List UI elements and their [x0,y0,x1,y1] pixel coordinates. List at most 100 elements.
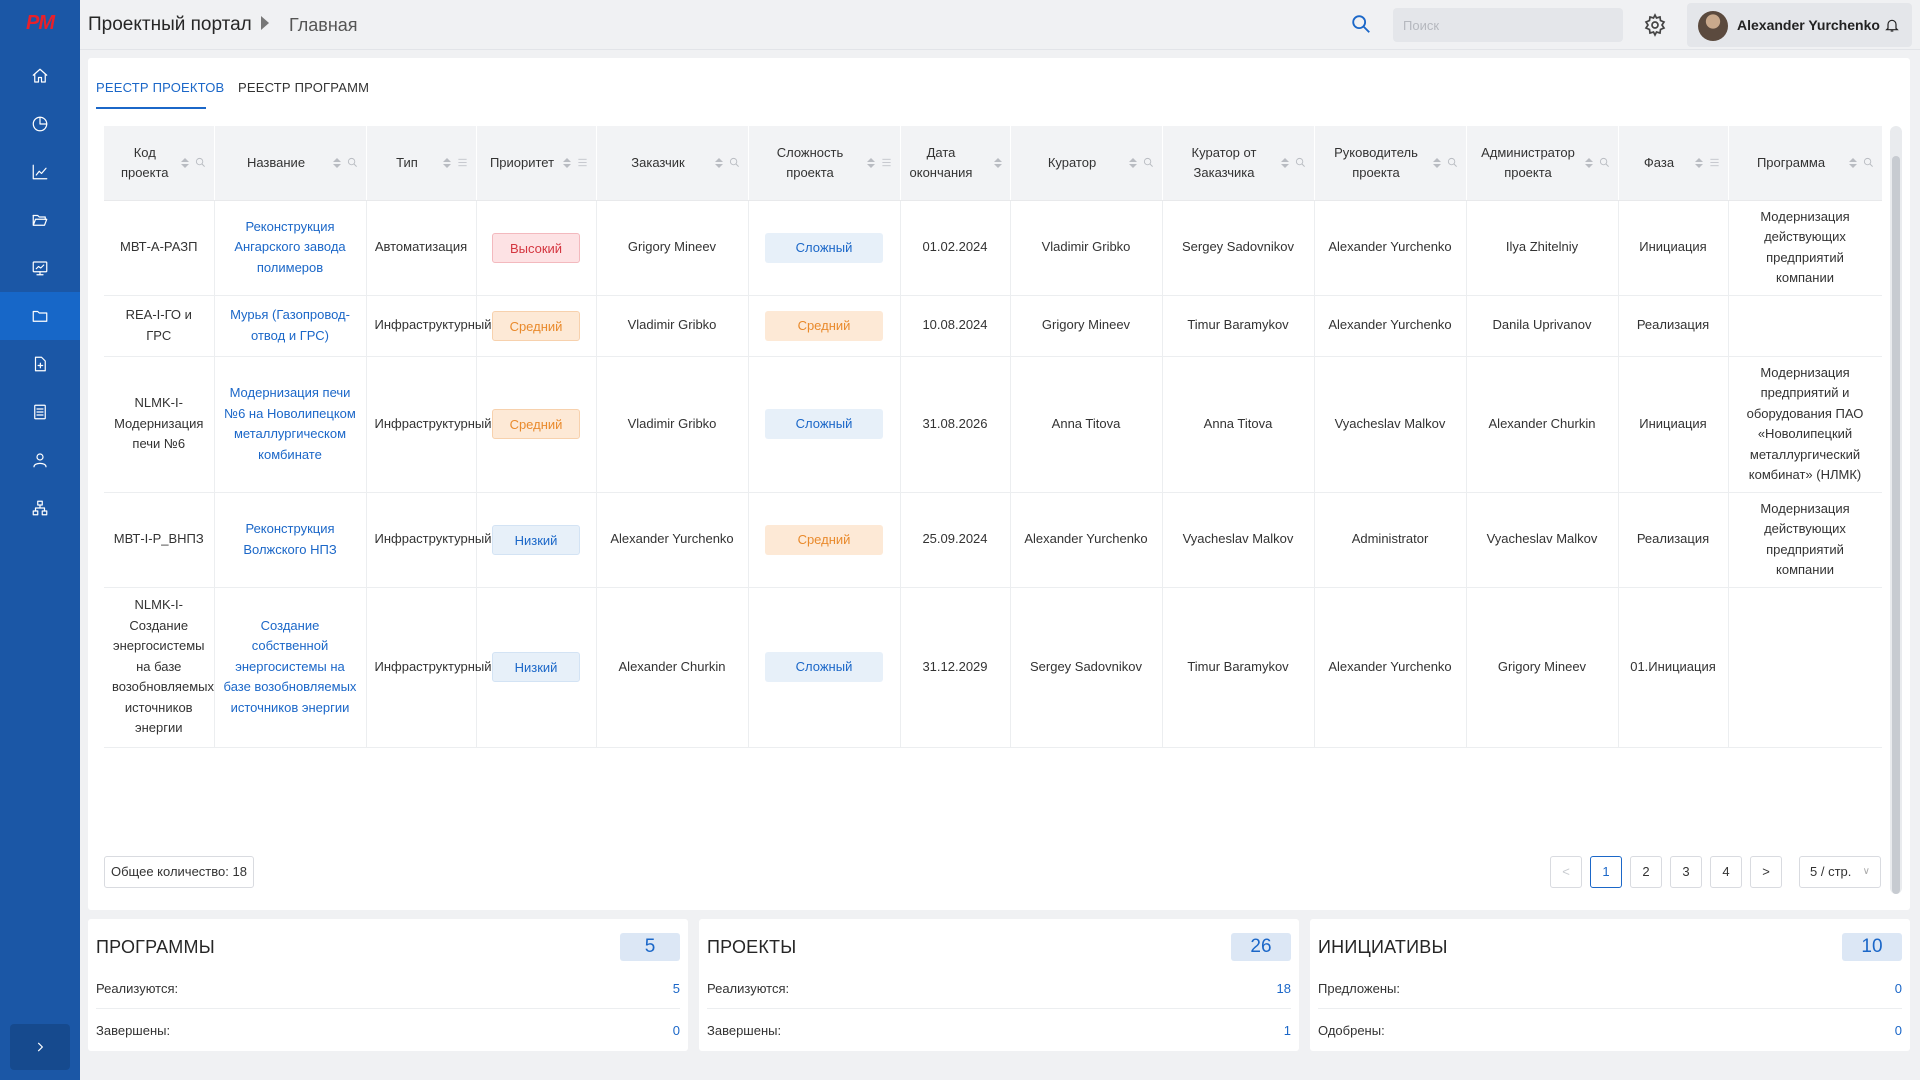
sidebar-item-initiatives[interactable] [0,340,80,388]
column-search-icon[interactable] [1599,157,1610,168]
sidebar-item-users[interactable] [0,436,80,484]
summary-row-value[interactable]: 0 [1895,969,1902,1009]
page-2-button[interactable]: 2 [1630,856,1662,888]
column-filter-icon[interactable] [1709,157,1720,168]
column-filter-icon[interactable] [577,157,588,168]
sidebar-item-registry[interactable] [0,388,80,436]
column-search-icon[interactable] [1143,157,1154,168]
search-input[interactable] [1393,8,1623,42]
column-header[interactable]: Приоритет [476,126,597,201]
column-header[interactable]: Руководитель проекта [1314,126,1467,201]
cell-name[interactable]: Реконструкция Ангарского завода полимеро… [214,200,367,296]
cell-name[interactable]: Реконструкция Волжского НПЗ [214,492,367,588]
user-menu[interactable]: Alexander Yurchenko [1687,3,1912,47]
table-row[interactable]: МВТ-I-Р_ВНПЗ Реконструкция Волжского НПЗ И… [104,492,1882,588]
cell-customer: Vladimir Gribko [596,356,749,493]
column-header[interactable]: Администратор проекта [1466,126,1619,201]
bar-chart-icon [32,164,48,180]
column-header[interactable]: Программа [1728,126,1882,201]
sort-icon[interactable] [714,156,723,170]
sidebar-expand-button[interactable] [10,1024,70,1070]
cell-admin: Vyacheslav Malkov [1466,492,1619,588]
column-header[interactable]: Код проекта [104,126,215,201]
sidebar-item-monitoring[interactable] [0,244,80,292]
column-search-icon[interactable] [1863,157,1874,168]
prev-page-button[interactable]: < [1550,856,1582,888]
page-1-button[interactable]: 1 [1590,856,1622,888]
sidebar-item-analytics[interactable] [0,148,80,196]
column-search-icon[interactable] [1295,157,1306,168]
sidebar-item-projects[interactable] [0,292,80,340]
sidebar-item-home[interactable] [0,52,80,100]
column-header[interactable]: Тип [366,126,477,201]
table-row[interactable]: NLMK-I-Создание энергосистемы на базе во… [104,587,1882,748]
tab-projects-registry[interactable]: РЕЕСТР ПРОЕКТОВ [96,80,224,95]
scrollbar-thumb[interactable] [1892,156,1900,894]
sort-icon[interactable] [1584,156,1593,170]
cell-name[interactable]: Модернизация печи №6 на Новолипецком мет… [214,356,367,493]
table-scrollbar[interactable] [1890,126,1902,894]
sort-icon[interactable] [442,156,451,170]
cell-end-date: 25.09.2024 [900,492,1011,588]
column-search-icon[interactable] [729,157,740,168]
table-row[interactable]: NLMK-I-Модернизация печи №6 Модернизация … [104,356,1882,493]
column-header[interactable]: Фаза [1618,126,1729,201]
sort-icon[interactable] [562,156,571,170]
column-header[interactable]: Сложность проекта [748,126,901,201]
table-row[interactable]: МВТ-А-РАЗП Реконструкция Ангарского завод… [104,200,1882,296]
tab-programs-registry[interactable]: РЕЕСТР ПРОГРАММ [238,80,369,95]
column-filter-icon[interactable] [881,157,892,168]
column-header[interactable]: Заказчик [596,126,749,201]
cell-phase: Реализация [1618,492,1729,588]
summary-row-value[interactable]: 5 [673,969,680,1009]
sidebar-item-folders[interactable] [0,196,80,244]
cell-curator: Vladimir Gribko [1010,200,1163,296]
gear-icon[interactable] [1643,13,1667,37]
cell-name[interactable]: Создание собственной энергосистемы на ба… [214,587,367,748]
sidebar-item-dashboard[interactable] [0,100,80,148]
cell-priority: Низкий [476,492,597,588]
column-header[interactable]: Название [214,126,367,201]
summary-row-value[interactable]: 0 [673,1011,680,1051]
chevron-down-icon: ∨ [1862,866,1870,877]
column-header[interactable]: Куратор [1010,126,1163,201]
column-header[interactable]: Куратор от Заказчика [1162,126,1315,201]
sort-icon[interactable] [332,156,341,170]
cell-name[interactable]: Мурья (Газопровод-отвод и ГРС) [214,295,367,357]
sort-icon[interactable] [1128,156,1137,170]
summary-count[interactable]: 10 [1842,933,1902,961]
complexity-badge: Сложный [765,232,883,263]
portal-title[interactable]: Проектный портал [88,14,252,36]
column-search-icon[interactable] [1447,157,1458,168]
cell-phase: Реализация [1618,295,1729,357]
sort-icon[interactable] [993,156,1002,170]
search-icon[interactable] [1350,13,1372,35]
page-4-button[interactable]: 4 [1710,856,1742,888]
cell-complexity: Сложный [748,587,901,748]
summary-row-value[interactable]: 18 [1277,969,1291,1009]
sort-icon[interactable] [1694,156,1703,170]
column-search-icon[interactable] [195,157,206,168]
summary-row-label: Реализуются: [96,981,179,996]
app-logo[interactable]: PM [18,12,62,36]
column-filter-icon[interactable] [457,157,468,168]
sort-icon[interactable] [180,156,189,170]
next-page-button[interactable]: > [1750,856,1782,888]
bell-icon[interactable] [1884,17,1900,33]
sort-icon[interactable] [1432,156,1441,170]
sort-icon[interactable] [866,156,875,170]
page-3-button[interactable]: 3 [1670,856,1702,888]
column-search-icon[interactable] [347,157,358,168]
summary-row-value[interactable]: 0 [1895,1011,1902,1051]
sort-icon[interactable] [1280,156,1289,170]
page-size-select[interactable]: 5 / стр. ∨ [1799,856,1881,888]
summary-count[interactable]: 5 [620,933,680,961]
sidebar-item-structure[interactable] [0,484,80,532]
column-header[interactable]: Дата окончания [900,126,1011,201]
sort-icon[interactable] [1848,156,1857,170]
summary-count[interactable]: 26 [1231,933,1291,961]
column-header-label: Куратор от Заказчика [1191,144,1257,180]
table-row[interactable]: REA-I-ГО и ГРС Мурья (Газопровод-отвод и … [104,295,1882,357]
summary-row-value[interactable]: 1 [1284,1011,1291,1051]
column-header-controls [1128,156,1154,170]
